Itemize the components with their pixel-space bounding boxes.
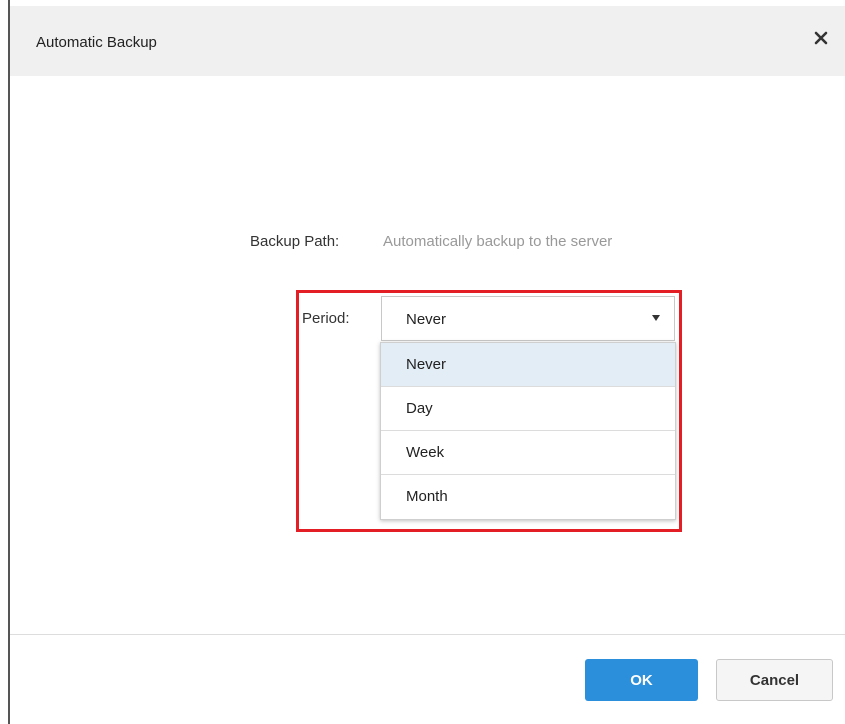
chevron-down-icon [652, 315, 660, 321]
period-dropdown-list: Never Day Week Month [380, 342, 676, 520]
footer-divider [10, 634, 845, 635]
cancel-button[interactable]: Cancel [716, 659, 833, 701]
period-select[interactable]: Never [381, 296, 675, 341]
period-label: Period: [302, 310, 350, 327]
period-option-never[interactable]: Never [381, 343, 675, 387]
automatic-backup-dialog: Automatic Backup Backup Path: Automatica… [0, 0, 845, 724]
period-option-week[interactable]: Week [381, 431, 675, 475]
backup-path-value: Automatically backup to the server [383, 233, 613, 250]
period-option-label: Month [406, 488, 448, 505]
period-option-label: Week [406, 444, 445, 461]
period-option-label: Day [406, 400, 433, 417]
period-selected-value: Never [406, 311, 447, 328]
dialog-titlebar: Automatic Backup [10, 6, 845, 76]
period-option-month[interactable]: Month [381, 475, 675, 519]
ok-button[interactable]: OK [585, 659, 698, 701]
left-border [0, 0, 10, 724]
period-option-day[interactable]: Day [381, 387, 675, 431]
backup-path-label: Backup Path: [250, 233, 340, 250]
dialog-title: Automatic Backup [36, 34, 157, 51]
period-option-label: Never [406, 356, 447, 373]
close-icon-svg [814, 31, 828, 45]
close-icon[interactable] [809, 26, 833, 50]
